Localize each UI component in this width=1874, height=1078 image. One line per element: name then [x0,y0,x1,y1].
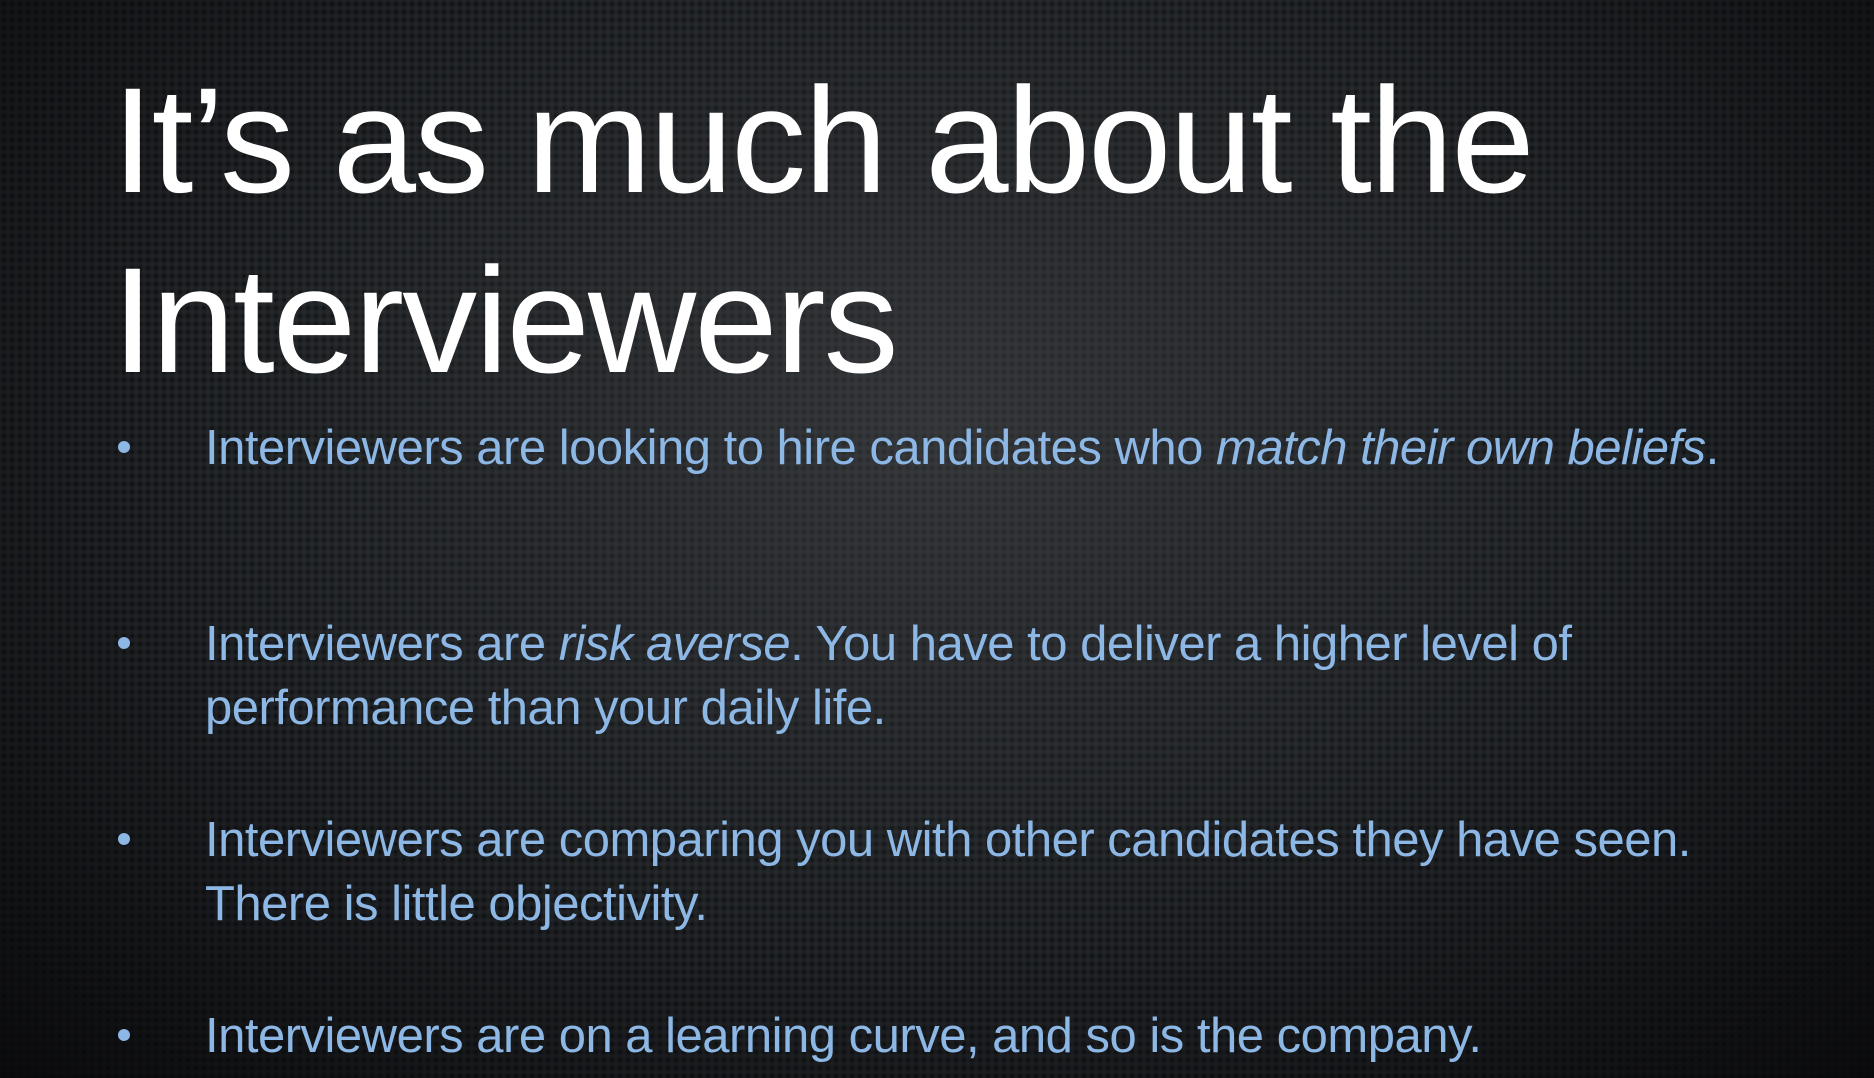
bullet-emphasis: risk averse [558,617,791,671]
bullet-text: Interviewers are [205,617,559,671]
bullet-dot-icon [118,441,130,453]
bullet-text: Interviewers are comparing you with othe… [205,813,1691,931]
bullet-text: Interviewers are looking to hire candida… [205,421,1217,475]
bullet-text: Interviewers are on a learning curve, an… [205,1009,1482,1063]
bullet-dot-icon [118,1029,130,1041]
bullet-list: Interviewers are looking to hire candida… [0,0,1874,1078]
slide: It’s as much about the Interviewers Inte… [0,0,1874,1078]
bullet-text-end: . [1705,421,1720,475]
bullet-item-1: Interviewers are looking to hire candida… [118,416,1765,480]
bullet-item-4: Interviewers are on a learning curve, an… [118,1004,1765,1068]
bullet-emphasis: match their own beliefs [1216,421,1706,475]
bullet-dot-icon [118,833,130,845]
bullet-dot-icon [118,637,130,649]
bullet-item-2: Interviewers are risk averse. You have t… [118,612,1765,740]
bullet-item-3: Interviewers are comparing you with othe… [118,808,1765,936]
